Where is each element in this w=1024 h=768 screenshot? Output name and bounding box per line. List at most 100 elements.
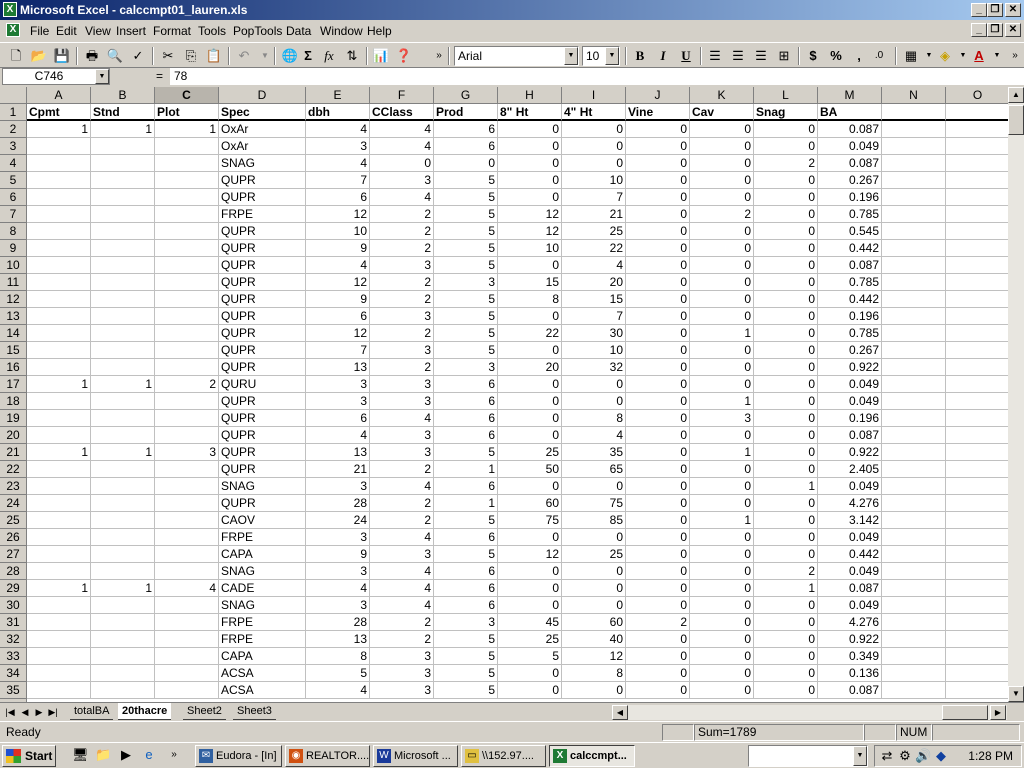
table-cell[interactable]: 75 [562, 495, 626, 512]
table-cell[interactable] [155, 308, 219, 325]
table-cell[interactable]: 0 [690, 274, 754, 291]
autosum-icon[interactable]: Σ [297, 46, 319, 66]
table-cell[interactable]: 0 [754, 393, 818, 410]
table-cell[interactable]: 0 [690, 563, 754, 580]
table-cell[interactable] [946, 410, 1008, 427]
row-header[interactable]: 7 [0, 206, 27, 223]
row-header[interactable]: 23 [0, 478, 27, 495]
table-cell[interactable]: 0 [626, 427, 690, 444]
table-cell[interactable]: 4 [306, 427, 370, 444]
table-cell[interactable] [946, 665, 1008, 682]
table-cell[interactable]: SNAG [219, 478, 306, 495]
table-cell[interactable] [27, 461, 91, 478]
table-cell[interactable]: 3 [370, 427, 434, 444]
table-cell[interactable]: 3 [434, 614, 498, 631]
table-cell[interactable]: 0 [690, 529, 754, 546]
network-icon[interactable]: ⇄ [879, 748, 895, 764]
table-cell[interactable]: 12 [306, 206, 370, 223]
table-cell[interactable] [27, 155, 91, 172]
table-cell[interactable]: 2 [626, 614, 690, 631]
table-cell[interactable]: 0 [754, 512, 818, 529]
row-header[interactable]: 15 [0, 342, 27, 359]
table-cell[interactable]: 0 [498, 257, 562, 274]
table-cell[interactable] [155, 478, 219, 495]
table-cell[interactable]: 6 [434, 597, 498, 614]
table-cell[interactable]: 0 [754, 614, 818, 631]
table-cell[interactable]: 0.087 [818, 682, 882, 699]
table-cell[interactable]: 0 [498, 138, 562, 155]
table-cell[interactable] [946, 376, 1008, 393]
table-cell[interactable] [155, 631, 219, 648]
table-cell[interactable] [91, 342, 155, 359]
row-header[interactable]: 29 [0, 580, 27, 597]
column-header-e[interactable]: E [306, 87, 370, 104]
doc-minimize-button[interactable]: _ [971, 23, 987, 37]
table-cell[interactable]: 0 [690, 580, 754, 597]
table-cell[interactable]: 0.922 [818, 444, 882, 461]
task-folder[interactable]: ▭ \\152.97.... [461, 745, 546, 767]
table-cell[interactable]: 2 [370, 614, 434, 631]
row-header[interactable]: 5 [0, 172, 27, 189]
table-cell[interactable]: 3 [155, 444, 219, 461]
table-cell[interactable]: 25 [498, 631, 562, 648]
table-cell[interactable]: 2 [370, 495, 434, 512]
table-cell[interactable] [91, 223, 155, 240]
header-cell[interactable]: 8" Ht [498, 104, 562, 121]
header-cell[interactable]: Spec [219, 104, 306, 121]
table-cell[interactable] [946, 155, 1008, 172]
table-cell[interactable]: 0.349 [818, 648, 882, 665]
table-cell[interactable]: 3 [306, 529, 370, 546]
italic-button[interactable]: I [652, 46, 674, 66]
column-header-k[interactable]: K [690, 87, 754, 104]
table-cell[interactable] [155, 240, 219, 257]
table-cell[interactable]: QUPR [219, 410, 306, 427]
table-cell[interactable]: 0 [690, 257, 754, 274]
table-cell[interactable]: CAPA [219, 546, 306, 563]
row-header[interactable]: 31 [0, 614, 27, 631]
table-cell[interactable] [91, 155, 155, 172]
copy-icon[interactable]: ⎘ [180, 46, 202, 66]
table-cell[interactable]: 85 [562, 512, 626, 529]
table-cell[interactable]: 3 [370, 172, 434, 189]
internet-explorer-icon[interactable]: e [141, 747, 157, 763]
table-cell[interactable] [882, 155, 946, 172]
table-cell[interactable] [91, 291, 155, 308]
table-cell[interactable]: 12 [498, 546, 562, 563]
table-cell[interactable]: 2 [370, 291, 434, 308]
table-cell[interactable] [27, 274, 91, 291]
table-cell[interactable]: 0 [562, 580, 626, 597]
menu-window[interactable]: Window [320, 24, 363, 38]
column-header-c[interactable]: C [155, 87, 219, 104]
table-cell[interactable] [946, 427, 1008, 444]
table-cell[interactable] [155, 682, 219, 699]
table-cell[interactable]: 0 [498, 410, 562, 427]
table-cell[interactable] [882, 427, 946, 444]
table-cell[interactable]: 6 [306, 410, 370, 427]
table-cell[interactable]: 1 [91, 376, 155, 393]
undo-dropdown-icon[interactable]: ▼ [254, 46, 276, 66]
menu-tools[interactable]: Tools [198, 24, 226, 38]
table-cell[interactable] [882, 376, 946, 393]
table-cell[interactable] [91, 189, 155, 206]
row-header[interactable]: 10 [0, 257, 27, 274]
table-cell[interactable]: 0 [754, 274, 818, 291]
column-header-a[interactable]: A [27, 87, 91, 104]
table-cell[interactable] [882, 393, 946, 410]
table-cell[interactable]: 4 [306, 155, 370, 172]
table-cell[interactable] [946, 223, 1008, 240]
workbook-icon[interactable]: X [6, 23, 20, 37]
table-cell[interactable] [91, 308, 155, 325]
tray-app-icon[interactable]: ⚙ [897, 748, 913, 764]
table-cell[interactable]: 0.087 [818, 580, 882, 597]
table-cell[interactable] [155, 461, 219, 478]
table-cell[interactable]: 0.049 [818, 393, 882, 410]
row-header[interactable]: 2 [0, 121, 27, 138]
table-cell[interactable]: 0 [754, 631, 818, 648]
select-all-corner[interactable] [0, 87, 27, 104]
table-cell[interactable]: 0 [626, 648, 690, 665]
table-cell[interactable]: 8 [562, 410, 626, 427]
table-cell[interactable]: 0 [626, 410, 690, 427]
table-cell[interactable] [91, 206, 155, 223]
table-cell[interactable]: 0 [754, 240, 818, 257]
row-header[interactable]: 8 [0, 223, 27, 240]
